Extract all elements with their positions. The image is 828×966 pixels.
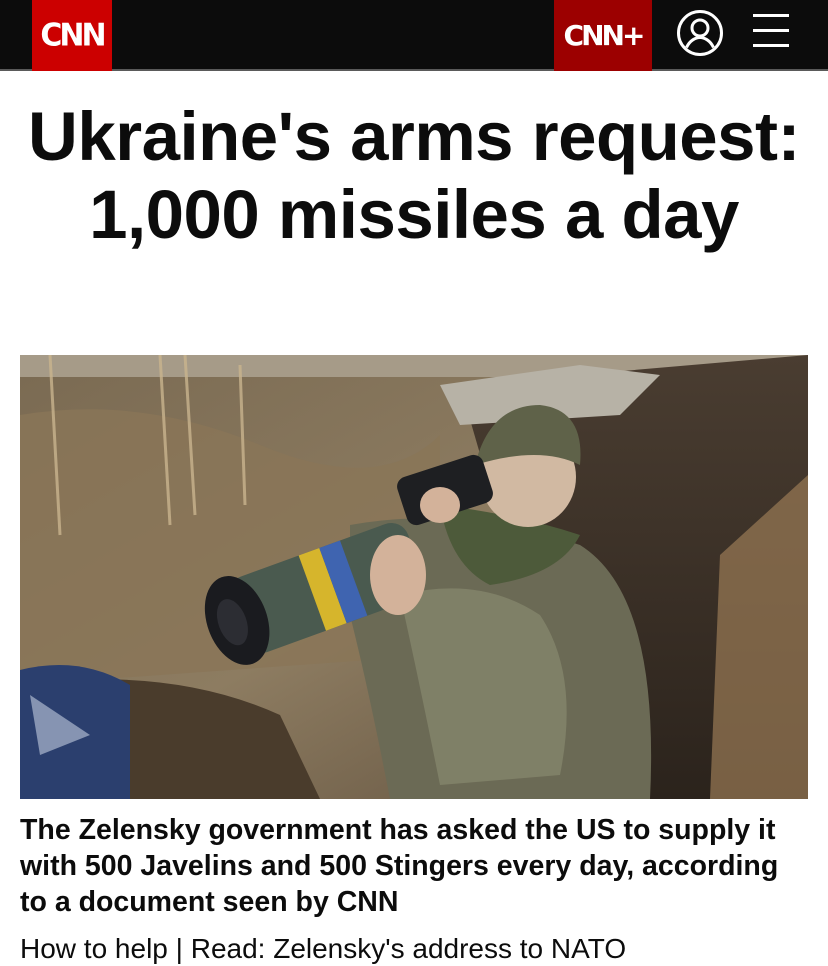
cnn-logo[interactable]: CNN	[32, 0, 112, 71]
top-navigation-bar: CNN CNN+	[0, 0, 828, 71]
article-summary[interactable]: The Zelensky government has asked the US…	[20, 812, 810, 920]
menu-button[interactable]	[752, 12, 790, 50]
soldier-photo-illustration	[20, 355, 808, 799]
related-links: How to help | Read: Zelensky's address t…	[20, 932, 820, 966]
link-separator: |	[167, 933, 191, 964]
cnn-plus-label: CNN+	[563, 19, 646, 52]
cnn-logo-text: CNN	[40, 17, 106, 54]
zelensky-address-link[interactable]: Read: Zelensky's address to NATO	[191, 933, 626, 964]
hamburger-menu-icon	[753, 14, 789, 47]
how-to-help-link[interactable]: How to help	[20, 933, 168, 964]
article-photo[interactable]	[20, 355, 808, 799]
user-circle-icon	[677, 10, 723, 56]
account-button[interactable]	[676, 9, 724, 57]
cnn-plus-button[interactable]: CNN+	[554, 0, 652, 71]
article-headline[interactable]: Ukraine's arms request: 1,000 missiles a…	[14, 98, 814, 254]
